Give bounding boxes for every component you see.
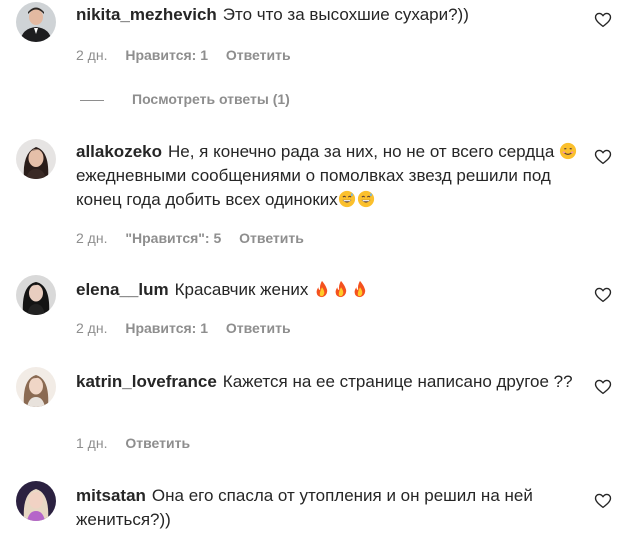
comment-text-part2: ежедневными сообщениями о помолвках звез… [76,166,551,209]
comment-username[interactable]: allakozeko [76,142,162,161]
likes-count[interactable]: Нравится: 1 [125,47,208,63]
replies-line [80,99,104,101]
heart-icon[interactable] [594,11,612,29]
likes-count[interactable]: Нравится: 1 [125,320,208,336]
reply-button[interactable]: Ответить [125,435,190,451]
comment-username[interactable]: elena__lum [76,280,169,299]
comment-text: Красавчик жених [174,280,309,299]
heart-icon[interactable] [594,148,612,166]
view-replies-button[interactable]: Посмотреть ответы (1) [80,91,290,107]
comment-text: Кажется на ее странице написано другое ?… [222,372,573,391]
comment-text-part1: Не, я конечно рада за них, но не от всег… [168,142,555,161]
fire-emoji [335,280,347,298]
likes-count[interactable]: "Нравится": 5 [125,230,221,246]
reply-button[interactable]: Ответить [239,230,304,246]
grinning-sweat-emoji [338,190,355,208]
heart-icon[interactable] [594,378,612,396]
smiling-face-emoji [559,142,577,160]
fire-emoji [354,280,366,298]
avatar[interactable] [16,2,56,42]
heart-icon[interactable] [594,492,612,510]
comment-time: 1 дн. [76,435,108,451]
reply-button[interactable]: Ответить [226,47,291,63]
reply-button[interactable]: Ответить [226,320,291,336]
comment-time: 2 дн. [76,230,108,246]
comment-username[interactable]: nikita_mezhevich [76,5,217,24]
comment-username[interactable]: mitsatan [76,486,146,505]
comment-username[interactable]: katrin_lovefrance [76,372,217,391]
avatar[interactable] [16,275,56,315]
avatar[interactable] [16,481,56,521]
grinning-sweat-emoji [357,190,374,208]
avatar[interactable] [16,367,56,407]
avatar[interactable] [16,139,56,179]
comment-time: 2 дн. [76,47,108,63]
comment-text: Это что за высохшие сухари?)) [222,5,469,24]
comment-time: 2 дн. [76,320,108,336]
fire-emoji [316,280,328,298]
heart-icon[interactable] [594,286,612,304]
view-replies-label: Посмотреть ответы (1) [132,91,290,107]
